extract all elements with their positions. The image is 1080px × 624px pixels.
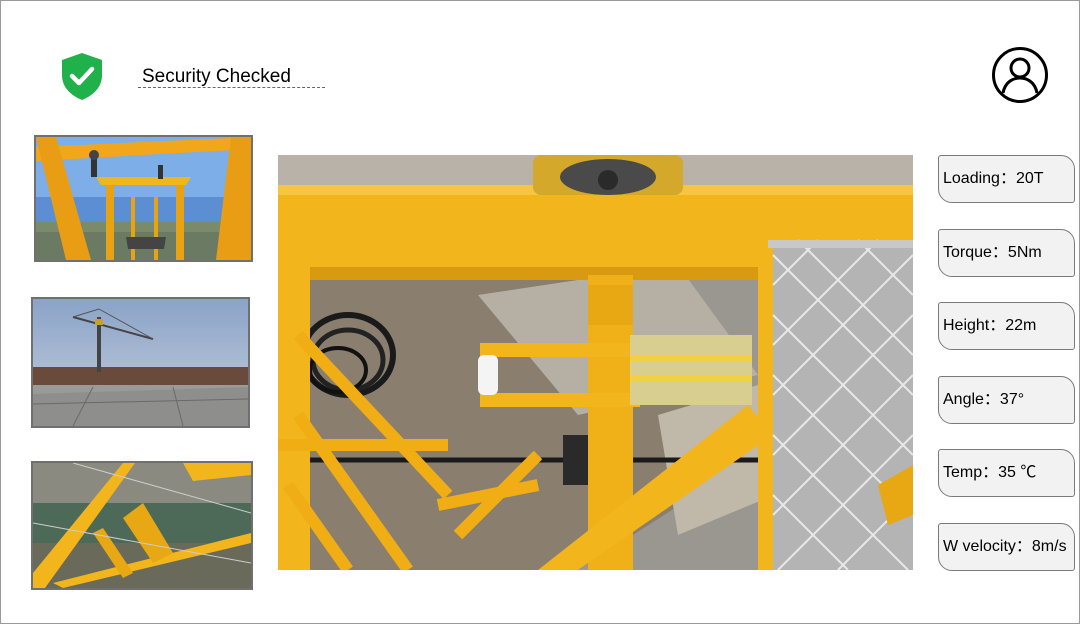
shield-check-icon xyxy=(58,51,106,101)
user-avatar-icon[interactable] xyxy=(991,46,1049,104)
jib-structure-photo xyxy=(33,463,251,588)
security-status-label: Security Checked xyxy=(138,66,325,88)
height-metric: Height：22m xyxy=(938,302,1075,350)
wind-velocity-metric: W velocity：8m/s xyxy=(938,523,1075,571)
torque-metric: Torque：5Nm xyxy=(938,229,1075,277)
temperature-metric: Temp：35 ℃ xyxy=(938,449,1075,497)
camera-thumbnail-2[interactable] xyxy=(31,297,250,428)
crane-top-photo xyxy=(36,137,251,260)
camera-thumbnail-3[interactable] xyxy=(31,461,253,590)
camera-thumbnail-1[interactable] xyxy=(34,135,253,262)
trolley-detail-photo xyxy=(278,155,913,570)
angle-metric: Angle：37° xyxy=(938,376,1075,424)
main-camera-view[interactable] xyxy=(278,155,913,570)
loading-metric: Loading：20T xyxy=(938,155,1075,203)
site-overview-photo xyxy=(33,299,248,426)
